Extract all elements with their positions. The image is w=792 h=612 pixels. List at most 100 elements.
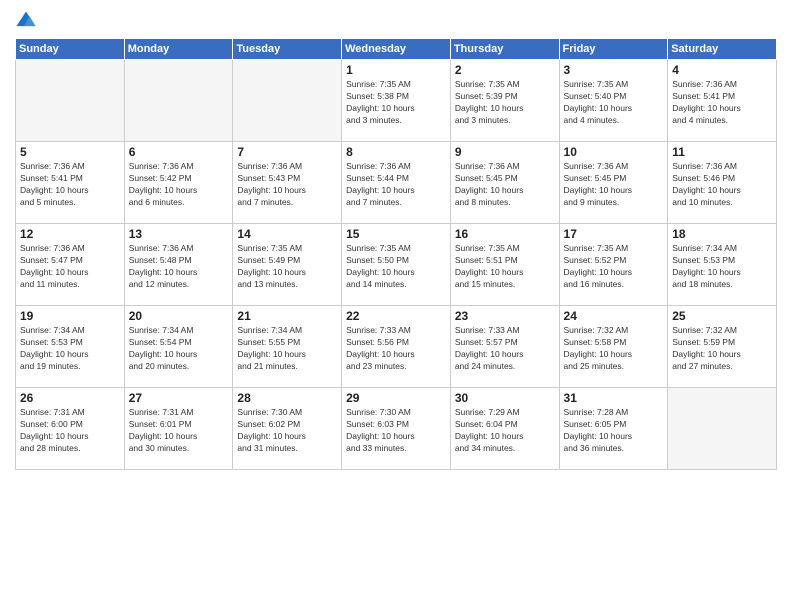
day-info: Sunrise: 7:36 AM Sunset: 5:41 PM Dayligh… (20, 161, 120, 209)
day-number: 29 (346, 391, 446, 405)
calendar-cell: 9 Sunrise: 7:36 AM Sunset: 5:45 PM Daylig… (450, 142, 559, 224)
calendar-cell: 7 Sunrise: 7:36 AM Sunset: 5:43 PM Daylig… (233, 142, 342, 224)
calendar-cell: 6Sunrise: 7:36 AM Sunset: 5:42 PM Daylig… (124, 142, 233, 224)
calendar-cell: 21Sunrise: 7:34 AM Sunset: 5:55 PM Dayli… (233, 306, 342, 388)
page: SundayMondayTuesdayWednesdayThursdayFrid… (0, 0, 792, 612)
calendar-cell (124, 60, 233, 142)
calendar-cell: 28 Sunrise: 7:30 AM Sunset: 6:02 PM Dayli… (233, 388, 342, 470)
calendar-cell: 5 Sunrise: 7:36 AM Sunset: 5:41 PM Daylig… (16, 142, 125, 224)
calendar-cell: 20 Sunrise: 7:34 AM Sunset: 5:54 PM Dayli… (124, 306, 233, 388)
logo (15, 10, 41, 32)
calendar-cell: 13 Sunrise: 7:36 AM Sunset: 5:48 PM Dayli… (124, 224, 233, 306)
day-info: Sunrise: 7:36 AM Sunset: 5:46 PM Dayligh… (672, 161, 772, 209)
day-number: 8 (346, 145, 446, 159)
day-number: 4 (672, 63, 772, 77)
day-number: 9 (455, 145, 555, 159)
day-number: 30 (455, 391, 555, 405)
day-number: 25 (672, 309, 772, 323)
day-number: 12 (20, 227, 120, 241)
calendar-cell: 3 Sunrise: 7:35 AM Sunset: 5:40 PM Daylig… (559, 60, 668, 142)
day-info: Sunrise: 7:35 AM Sunset: 5:51 PM Dayligh… (455, 243, 555, 291)
day-info: Sunrise: 7:36 AM Sunset: 5:43 PM Dayligh… (237, 161, 337, 209)
day-number: 31 (564, 391, 664, 405)
day-number: 15 (346, 227, 446, 241)
day-info: Sunrise: 7:30 AM Sunset: 6:02 PM Dayligh… (237, 407, 337, 455)
day-info: Sunrise: 7:36 AM Sunset: 5:45 PM Dayligh… (455, 161, 555, 209)
day-number: 27 (129, 391, 229, 405)
day-info: Sunrise: 7:35 AM Sunset: 5:49 PM Dayligh… (237, 243, 337, 291)
day-info: Sunrise: 7:32 AM Sunset: 5:58 PM Dayligh… (564, 325, 664, 373)
calendar-cell (16, 60, 125, 142)
day-info: Sunrise: 7:36 AM Sunset: 5:44 PM Dayligh… (346, 161, 446, 209)
calendar-cell: 19Sunrise: 7:34 AM Sunset: 5:53 PM Dayli… (16, 306, 125, 388)
calendar-week-4: 19Sunrise: 7:34 AM Sunset: 5:53 PM Dayli… (16, 306, 777, 388)
calendar-cell: 31Sunrise: 7:28 AM Sunset: 6:05 PM Dayli… (559, 388, 668, 470)
calendar-cell: 17Sunrise: 7:35 AM Sunset: 5:52 PM Dayli… (559, 224, 668, 306)
calendar-cell (668, 388, 777, 470)
calendar-week-3: 12 Sunrise: 7:36 AM Sunset: 5:47 PM Dayli… (16, 224, 777, 306)
day-number: 11 (672, 145, 772, 159)
day-number: 16 (455, 227, 555, 241)
calendar-cell: 27 Sunrise: 7:31 AM Sunset: 6:01 PM Dayli… (124, 388, 233, 470)
day-info: Sunrise: 7:36 AM Sunset: 5:42 PM Dayligh… (129, 161, 229, 209)
calendar-cell: 12 Sunrise: 7:36 AM Sunset: 5:47 PM Dayli… (16, 224, 125, 306)
day-number: 18 (672, 227, 772, 241)
calendar-cell: 26 Sunrise: 7:31 AM Sunset: 6:00 PM Dayli… (16, 388, 125, 470)
day-info: Sunrise: 7:34 AM Sunset: 5:53 PM Dayligh… (672, 243, 772, 291)
calendar-cell: 24 Sunrise: 7:32 AM Sunset: 5:58 PM Dayli… (559, 306, 668, 388)
day-info: Sunrise: 7:35 AM Sunset: 5:50 PM Dayligh… (346, 243, 446, 291)
day-info: Sunrise: 7:33 AM Sunset: 5:57 PM Dayligh… (455, 325, 555, 373)
day-number: 24 (564, 309, 664, 323)
day-info: Sunrise: 7:31 AM Sunset: 6:01 PM Dayligh… (129, 407, 229, 455)
day-info: Sunrise: 7:35 AM Sunset: 5:52 PM Dayligh… (564, 243, 664, 291)
col-header-tuesday: Tuesday (233, 39, 342, 60)
calendar-cell: 30 Sunrise: 7:29 AM Sunset: 6:04 PM Dayli… (450, 388, 559, 470)
day-info: Sunrise: 7:33 AM Sunset: 5:56 PM Dayligh… (346, 325, 446, 373)
day-info: Sunrise: 7:34 AM Sunset: 5:54 PM Dayligh… (129, 325, 229, 373)
day-number: 7 (237, 145, 337, 159)
calendar-cell: 2Sunrise: 7:35 AM Sunset: 5:39 PM Daylig… (450, 60, 559, 142)
day-info: Sunrise: 7:34 AM Sunset: 5:53 PM Dayligh… (20, 325, 120, 373)
col-header-saturday: Saturday (668, 39, 777, 60)
day-info: Sunrise: 7:36 AM Sunset: 5:41 PM Dayligh… (672, 79, 772, 127)
calendar-cell: 11 Sunrise: 7:36 AM Sunset: 5:46 PM Dayli… (668, 142, 777, 224)
calendar-cell: 1 Sunrise: 7:35 AM Sunset: 5:38 PM Daylig… (342, 60, 451, 142)
col-header-monday: Monday (124, 39, 233, 60)
day-number: 14 (237, 227, 337, 241)
calendar-cell: 23Sunrise: 7:33 AM Sunset: 5:57 PM Dayli… (450, 306, 559, 388)
day-number: 5 (20, 145, 120, 159)
col-header-thursday: Thursday (450, 39, 559, 60)
day-info: Sunrise: 7:36 AM Sunset: 5:48 PM Dayligh… (129, 243, 229, 291)
day-number: 10 (564, 145, 664, 159)
calendar-week-5: 26 Sunrise: 7:31 AM Sunset: 6:00 PM Dayli… (16, 388, 777, 470)
col-header-wednesday: Wednesday (342, 39, 451, 60)
calendar-cell: 8 Sunrise: 7:36 AM Sunset: 5:44 PM Daylig… (342, 142, 451, 224)
day-number: 13 (129, 227, 229, 241)
day-number: 22 (346, 309, 446, 323)
calendar-cell: 15 Sunrise: 7:35 AM Sunset: 5:50 PM Dayli… (342, 224, 451, 306)
calendar-cell: 10Sunrise: 7:36 AM Sunset: 5:45 PM Dayli… (559, 142, 668, 224)
col-header-sunday: Sunday (16, 39, 125, 60)
calendar-week-2: 5 Sunrise: 7:36 AM Sunset: 5:41 PM Daylig… (16, 142, 777, 224)
day-number: 3 (564, 63, 664, 77)
header (15, 10, 777, 32)
day-number: 1 (346, 63, 446, 77)
day-info: Sunrise: 7:34 AM Sunset: 5:55 PM Dayligh… (237, 325, 337, 373)
calendar-header-row: SundayMondayTuesdayWednesdayThursdayFrid… (16, 39, 777, 60)
calendar-cell: 16 Sunrise: 7:35 AM Sunset: 5:51 PM Dayli… (450, 224, 559, 306)
day-info: Sunrise: 7:30 AM Sunset: 6:03 PM Dayligh… (346, 407, 446, 455)
day-info: Sunrise: 7:35 AM Sunset: 5:38 PM Dayligh… (346, 79, 446, 127)
day-info: Sunrise: 7:31 AM Sunset: 6:00 PM Dayligh… (20, 407, 120, 455)
day-number: 26 (20, 391, 120, 405)
calendar-cell: 25Sunrise: 7:32 AM Sunset: 5:59 PM Dayli… (668, 306, 777, 388)
day-info: Sunrise: 7:36 AM Sunset: 5:47 PM Dayligh… (20, 243, 120, 291)
day-info: Sunrise: 7:35 AM Sunset: 5:40 PM Dayligh… (564, 79, 664, 127)
calendar-cell: 4 Sunrise: 7:36 AM Sunset: 5:41 PM Daylig… (668, 60, 777, 142)
calendar-cell: 18 Sunrise: 7:34 AM Sunset: 5:53 PM Dayli… (668, 224, 777, 306)
day-number: 28 (237, 391, 337, 405)
col-header-friday: Friday (559, 39, 668, 60)
day-number: 2 (455, 63, 555, 77)
calendar-week-1: 1 Sunrise: 7:35 AM Sunset: 5:38 PM Daylig… (16, 60, 777, 142)
day-number: 20 (129, 309, 229, 323)
day-info: Sunrise: 7:29 AM Sunset: 6:04 PM Dayligh… (455, 407, 555, 455)
